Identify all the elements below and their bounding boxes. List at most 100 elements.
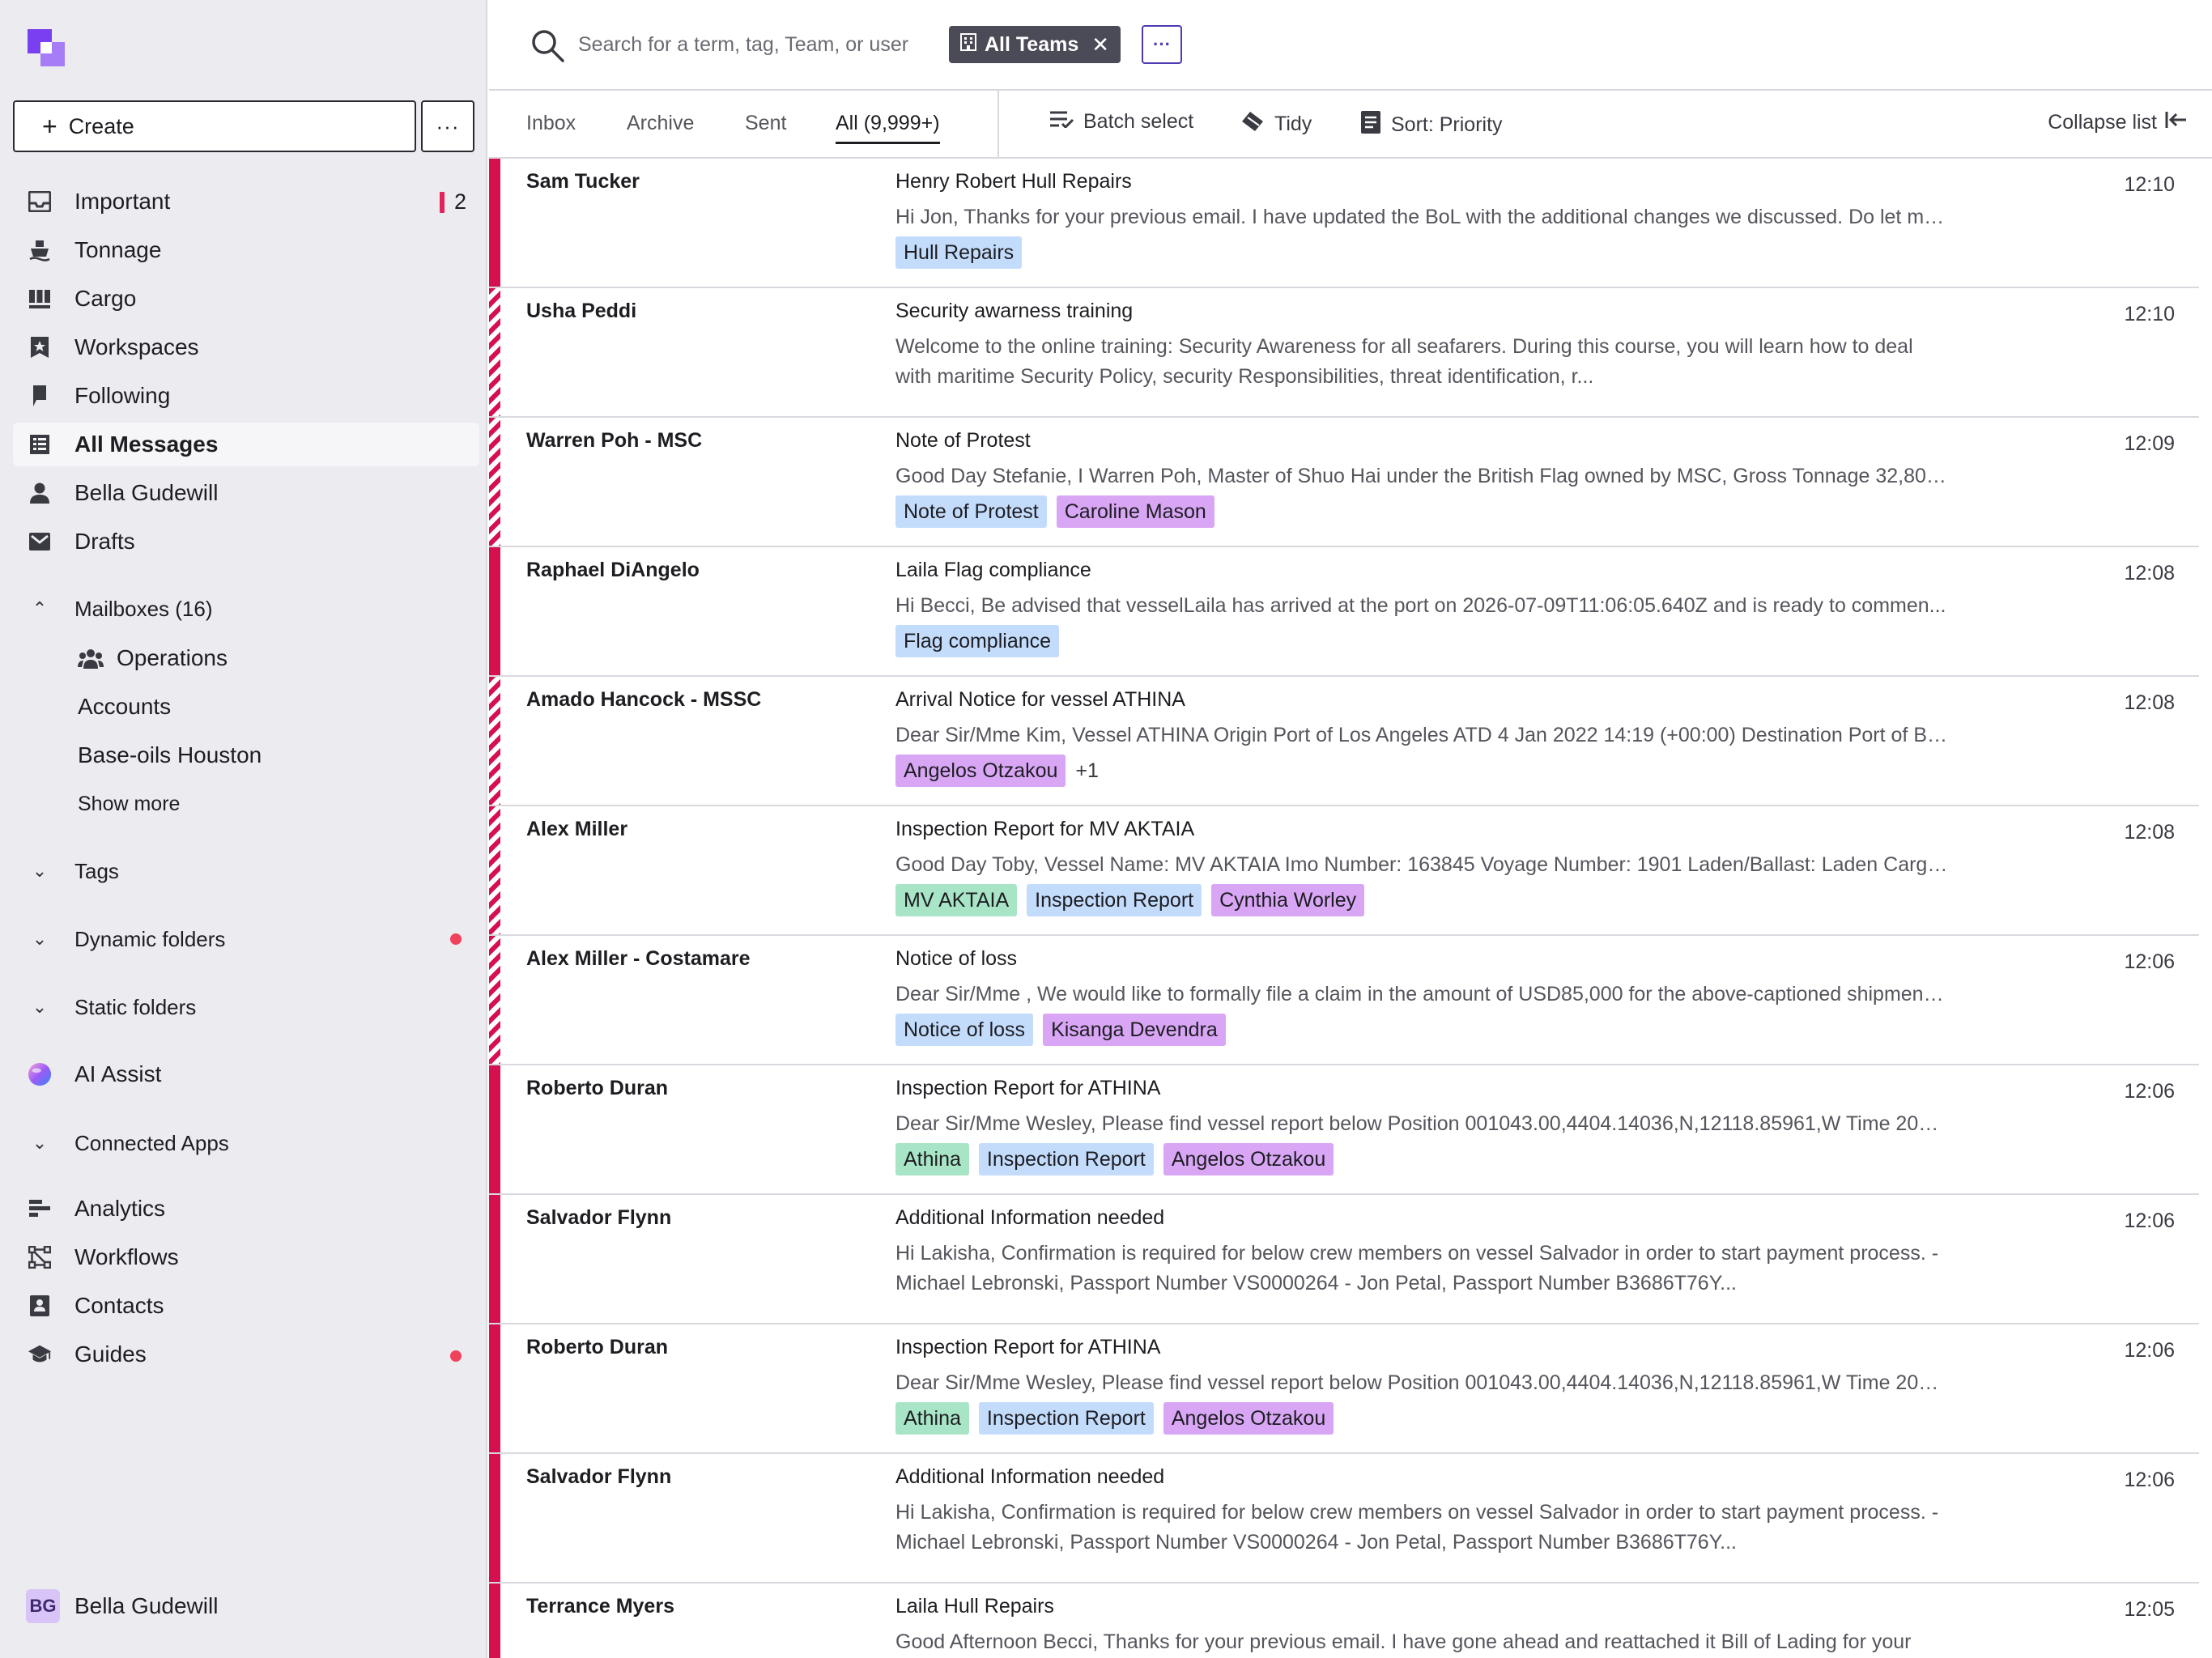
sidebar-item-all-messages[interactable]: All Messages [13,423,479,466]
message-row[interactable]: Sam Tucker Henry Robert Hull Repairs Hi Jo… [489,159,2199,288]
tag-chip[interactable]: Angelos Otzakou [895,755,1066,787]
tag-chip[interactable]: Athina [895,1143,969,1175]
team-filter-chip[interactable]: All Teams ✕ [949,26,1121,63]
collapse-left-icon [2165,110,2188,135]
tab-all[interactable]: All (9,999+) [836,112,940,144]
tag-chip[interactable]: Athina [895,1402,969,1435]
sidebar-item-bella-gudewill[interactable]: Bella Gudewill [13,471,479,515]
message-row[interactable]: Amado Hancock - MSSC Arrival Notice for v… [489,677,2199,806]
sidebar-item-contacts[interactable]: Contacts [13,1284,479,1328]
batch-select-label: Batch select [1083,110,1194,133]
message-preview: Hi Becci, Be advised that vesselLaila ha… [895,594,1946,617]
message-preview: Hi Jon, Thanks for your previous email. … [895,206,1948,228]
sidebar-item-workflows[interactable]: Workflows [13,1235,479,1279]
message-tags: Hull Repairs [895,236,1023,269]
message-subject: Additional Information needed [895,1465,1165,1488]
tag-chip[interactable]: Hull Repairs [895,236,1023,269]
tag-chip[interactable]: Flag compliance [895,625,1060,657]
sidebar-item-drafts[interactable]: Drafts [13,520,479,563]
tag-chip[interactable]: Inspection Report [978,1402,1154,1435]
create-more-button[interactable]: ··· [421,100,474,152]
tab-archive[interactable]: Archive [627,112,694,144]
ai-assist-icon [28,1062,52,1086]
sidebar-item-important[interactable]: Important 2 [13,180,479,223]
tab-inbox[interactable]: Inbox [526,112,576,144]
message-time: 12:08 [2124,691,2175,714]
app-logo[interactable] [28,29,70,71]
mailbox-label: Accounts [78,694,172,719]
priority-indicator [489,1065,500,1193]
sidebar-item-workspaces[interactable]: Workspaces [13,325,479,369]
close-icon[interactable]: ✕ [1091,32,1109,57]
message-row[interactable]: Warren Poh - MSC Note of Protest Good Day … [489,418,2199,547]
cargo-icon [28,287,52,311]
message-row[interactable]: Terrance Myers Laila Hull Repairs Good Aft… [489,1584,2199,1658]
sort-button[interactable]: Sort: Priority [1360,110,1503,140]
sidebar-item-cargo[interactable]: Cargo [13,277,479,321]
chevron-down-icon: ⌄ [32,1133,48,1153]
tag-chip[interactable]: Inspection Report [978,1143,1154,1175]
message-row[interactable]: Alex Miller Inspection Report for MV AKTA… [489,806,2199,936]
sidebar-item-tonnage[interactable]: Tonnage [13,228,479,272]
message-sender: Salvador Flynn [526,1465,672,1488]
sidebar-item-ai-assist[interactable]: AI Assist [13,1052,479,1096]
sidebar-item-following[interactable]: Following [13,374,479,418]
batch-select-button[interactable]: Batch select [1049,110,1193,134]
tag-chip[interactable]: Angelos Otzakou [1163,1143,1334,1175]
message-row[interactable]: Salvador Flynn Additional Information nee… [489,1454,2199,1584]
tags-section-toggle[interactable]: ⌄ Tags [13,852,479,891]
section-label: Connected Apps [74,1130,229,1155]
message-row[interactable]: Roberto Duran Inspection Report for ATHIN… [489,1065,2199,1195]
mailbox-operations[interactable]: Operations [78,638,228,678]
sidebar-item-analytics[interactable]: Analytics [13,1187,479,1231]
message-row[interactable]: Raphael DiAngelo Laila Flag compliance Hi … [489,547,2199,677]
chevron-down-icon: ⌄ [32,997,48,1017]
mailbox-accounts[interactable]: Accounts [78,687,171,727]
tag-chip[interactable]: MV AKTAIA [895,884,1018,916]
sidebar-item-guides[interactable]: Guides [13,1333,479,1376]
message-row[interactable]: Roberto Duran Inspection Report for ATHIN… [489,1324,2199,1454]
message-preview: Good Day Stefanie, I Warren Poh, Master … [895,465,1948,487]
sidebar-item-label: Workflows [74,1244,179,1269]
static-folders-section-toggle[interactable]: ⌄ Static folders [13,988,479,1027]
create-button[interactable]: + Create [13,100,416,152]
tag-chip[interactable]: Kisanga Devendra [1043,1014,1226,1046]
tag-chip[interactable]: Caroline Mason [1056,495,1214,528]
search-icon[interactable] [530,28,565,63]
tag-chip[interactable]: Angelos Otzakou [1163,1402,1334,1435]
message-tags: Notice of loss Kisanga Devendra [895,1014,1226,1046]
mailbox-base-oils-houston[interactable]: Base-oils Houston [78,735,262,776]
message-time: 12:10 [2124,303,2175,325]
priority-indicator [489,936,500,1064]
priority-indicator [489,1454,500,1582]
chevron-down-icon: ⌄ [32,861,48,881]
tidy-button[interactable]: Tidy [1240,110,1312,138]
tag-chip[interactable]: Note of Protest [895,495,1047,528]
search-input[interactable] [578,24,942,65]
message-sender: Alex Miller - Costamare [526,947,751,970]
tab-sent[interactable]: Sent [745,112,786,144]
collapse-list-button[interactable]: Collapse list [2048,110,2188,135]
notification-dot [450,1350,462,1362]
tag-chip[interactable]: Inspection Report [1027,884,1202,916]
connected-apps-section-toggle[interactable]: ⌄ Connected Apps [13,1124,479,1163]
more-tags-count[interactable]: +1 [1075,759,1099,783]
message-subject: Laila Hull Repairs [895,1595,1054,1618]
message-subject: Arrival Notice for vessel ATHINA [895,688,1185,711]
dynamic-folders-section-toggle[interactable]: ⌄ Dynamic folders [13,920,479,959]
more-options-button[interactable]: ··· [1142,25,1182,64]
message-row[interactable]: Salvador Flynn Additional Information nee… [489,1195,2199,1324]
show-more-link[interactable]: Show more [78,784,180,824]
message-subject: Inspection Report for MV AKTAIA [895,818,1195,840]
message-preview: Dear Sir/Mme Kim, Vessel ATHINA Origin P… [895,724,1948,746]
more-icon: ··· [1153,34,1171,54]
message-sender: Warren Poh - MSC [526,429,703,452]
user-profile[interactable]: BG Bella Gudewill [26,1589,218,1623]
mailboxes-section-toggle[interactable]: ⌃ Mailboxes (16) [13,589,479,628]
tag-chip[interactable]: Notice of loss [895,1014,1034,1046]
message-row[interactable]: Alex Miller - Costamare Notice of loss Dea… [489,936,2199,1065]
section-label: Static folders [74,994,197,1019]
bookmark-icon [28,384,52,408]
message-row[interactable]: Usha Peddi Security awarness training Welc… [489,288,2199,418]
tag-chip[interactable]: Cynthia Worley [1211,884,1365,916]
